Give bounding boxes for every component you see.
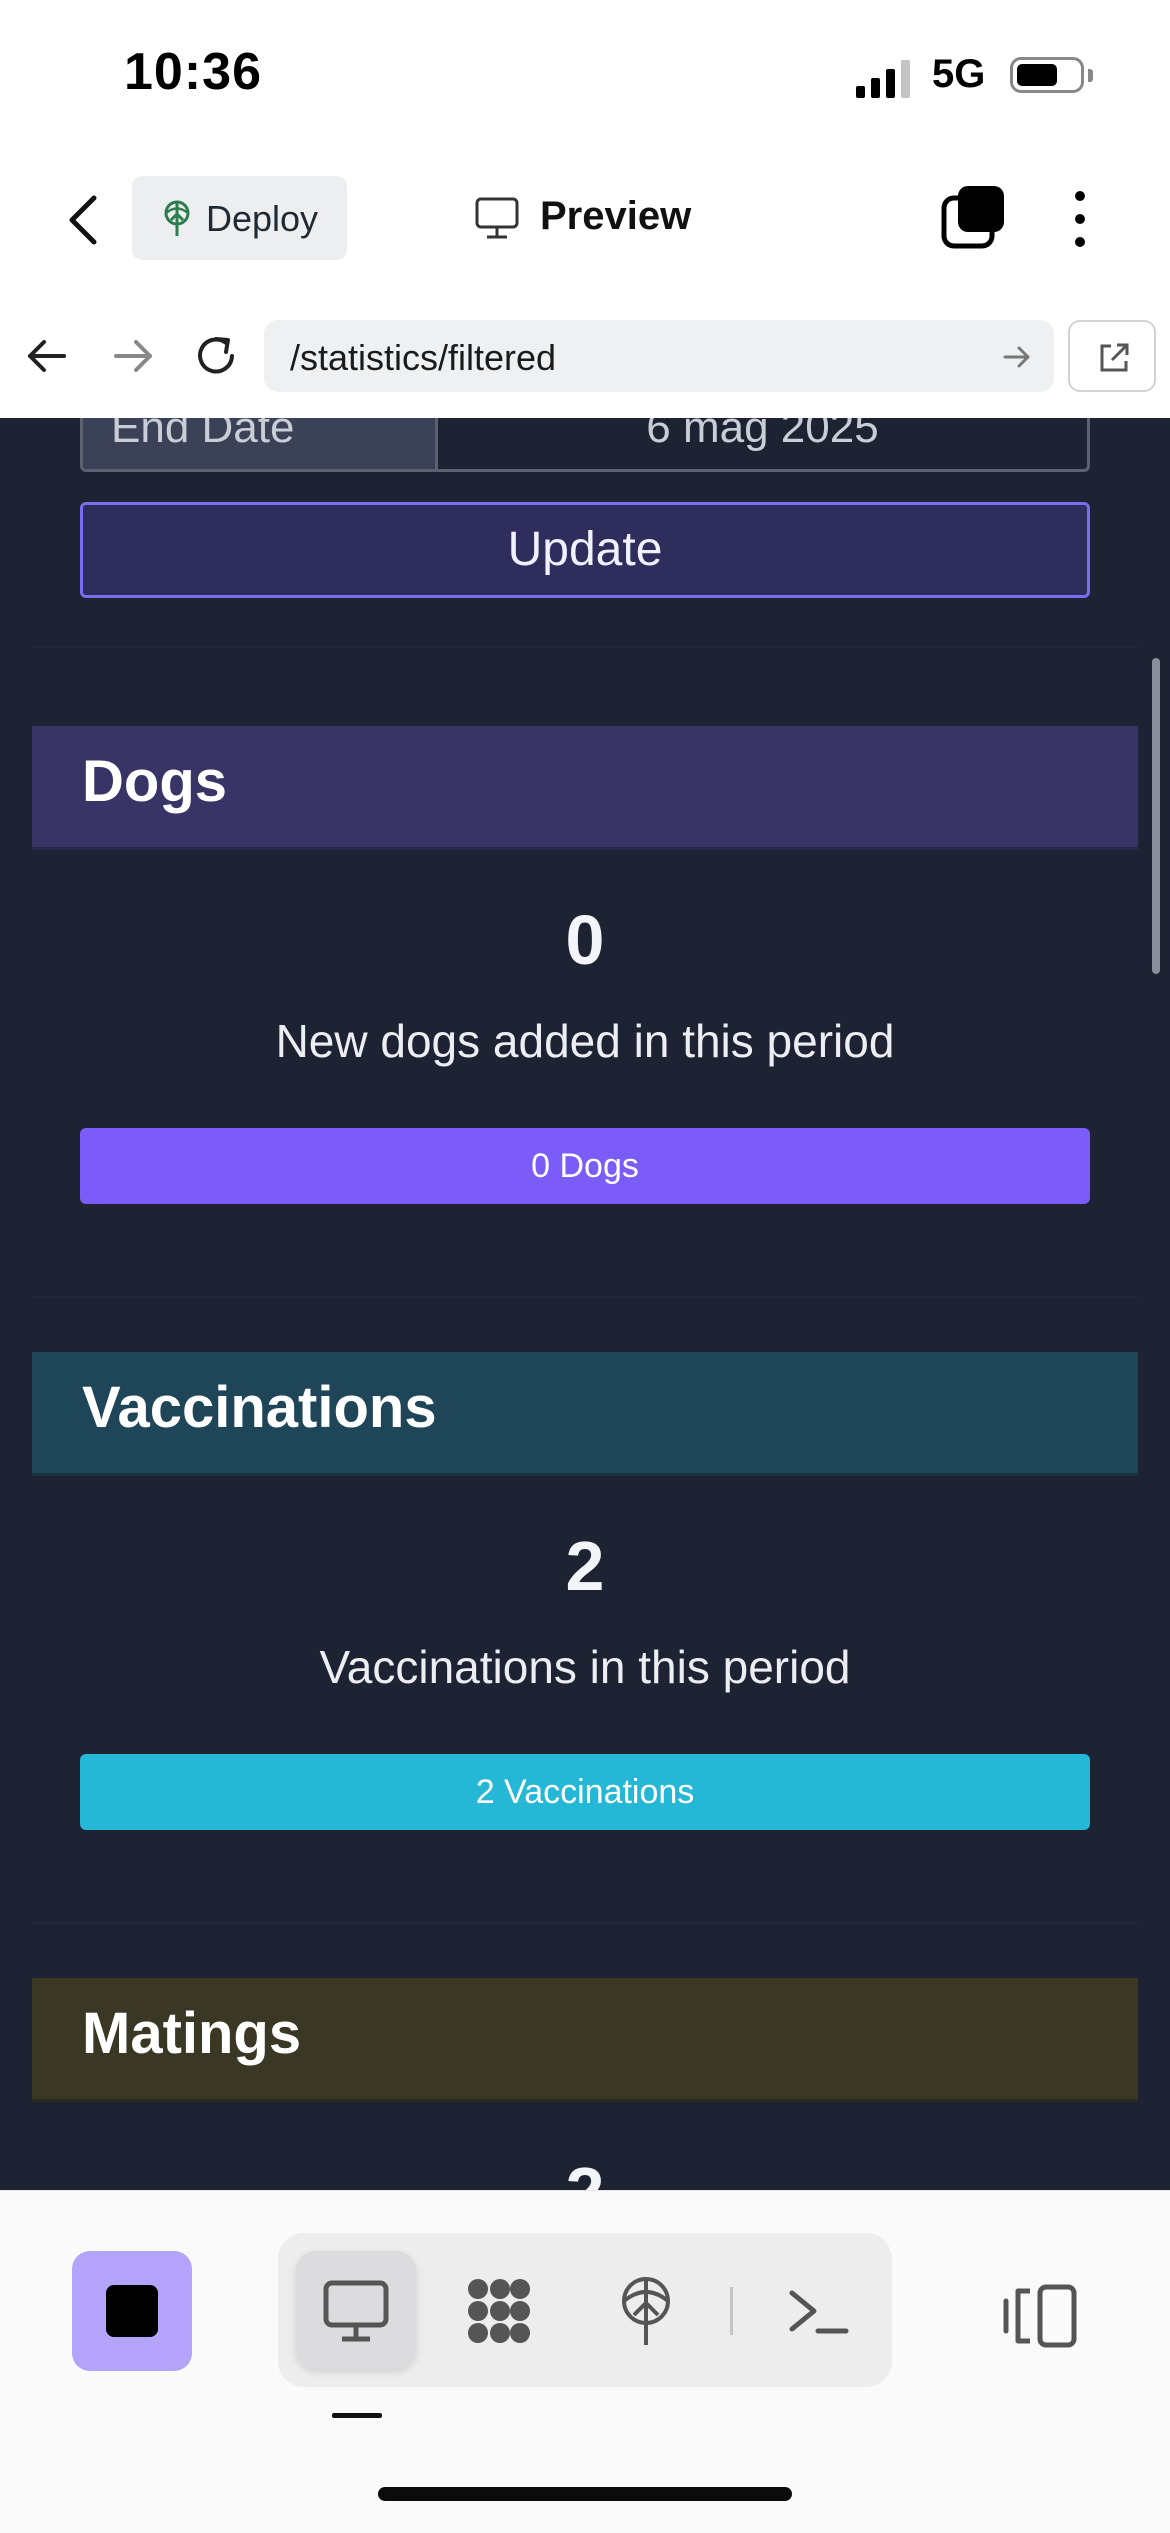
divider — [32, 1296, 1138, 1298]
monitor-icon[interactable] — [318, 2273, 394, 2349]
app-header: Deploy Preview — [0, 150, 1170, 298]
url-text: /statistics/filtered — [290, 337, 557, 378]
matings-title: Matings — [82, 2001, 302, 2066]
battery-tip — [1088, 69, 1093, 82]
dogs-description: New dogs added in this period — [275, 1015, 895, 1067]
deploy-icon[interactable] — [608, 2273, 684, 2349]
stop-icon — [106, 2285, 158, 2337]
dogs-progress-bar: 0 Dogs — [80, 1128, 1090, 1204]
external-link-icon — [1100, 343, 1129, 372]
stop-button[interactable] — [72, 2251, 192, 2371]
dogs-count: 0 — [565, 901, 605, 979]
dogs-card-header: Dogs — [32, 726, 1138, 850]
vaccinations-progress-bar: 2 Vaccinations — [80, 1754, 1090, 1830]
matings-card-header: Matings — [32, 1978, 1138, 2102]
separator — [730, 2287, 733, 2335]
end-date-row[interactable]: End Date 6 mag 2025 — [80, 418, 1090, 472]
divider — [32, 646, 1138, 648]
go-arrow-icon[interactable] — [1000, 340, 1034, 374]
vaccinations-card-header: Vaccinations — [32, 1352, 1138, 1476]
dogs-title: Dogs — [82, 749, 227, 814]
active-tab-indicator — [332, 2413, 382, 2418]
vaccinations-title: Vaccinations — [82, 1375, 437, 1440]
tabs-icon[interactable] — [940, 184, 1006, 250]
home-indicator — [378, 2487, 792, 2501]
terminal-icon[interactable] — [780, 2273, 856, 2349]
deploy-button[interactable]: Deploy — [132, 176, 347, 260]
status-time: 10:36 — [124, 43, 262, 101]
battery-icon — [1010, 57, 1084, 93]
vaccinations-description: Vaccinations in this period — [319, 1641, 851, 1693]
update-button[interactable]: Update — [80, 502, 1090, 598]
divider — [32, 1922, 1138, 1924]
workflow-icon[interactable] — [460, 2273, 536, 2349]
network-type: 5G — [932, 52, 986, 96]
arrow-left-icon[interactable] — [18, 326, 78, 386]
end-date-value: 6 mag 2025 — [646, 418, 879, 452]
signal-icon — [856, 60, 910, 98]
arrow-right-icon[interactable] — [102, 326, 162, 386]
end-date-input[interactable]: 6 mag 2025 — [438, 418, 1087, 469]
reload-icon[interactable] — [186, 326, 246, 386]
monitor-icon — [475, 197, 519, 239]
more-vertical-icon[interactable] — [1060, 186, 1100, 252]
chevron-left-icon[interactable] — [60, 190, 110, 250]
page-content: End Date 6 mag 2025 Update Dogs 0 New do… — [0, 418, 1170, 2190]
matings-count: 2 — [0, 2152, 1170, 2190]
end-date-label: End Date — [111, 418, 295, 452]
scrollbar-thumb[interactable] — [1152, 658, 1160, 974]
view-switcher — [278, 2233, 892, 2387]
deploy-label: Deploy — [206, 198, 319, 239]
status-bar: 10:36 5G — [0, 0, 1170, 150]
open-external-button[interactable] — [1068, 320, 1156, 392]
browser-bar: /statistics/filtered — [0, 296, 1170, 419]
panel-toggle-icon[interactable] — [1000, 2283, 1080, 2349]
deploy-icon — [164, 200, 190, 236]
bottom-toolbar — [0, 2190, 1170, 2533]
preview-label: Preview — [540, 194, 692, 238]
vaccinations-count: 2 — [565, 1527, 605, 1605]
end-date-label-cell: End Date — [83, 418, 438, 469]
url-field[interactable]: /statistics/filtered — [264, 320, 1054, 392]
